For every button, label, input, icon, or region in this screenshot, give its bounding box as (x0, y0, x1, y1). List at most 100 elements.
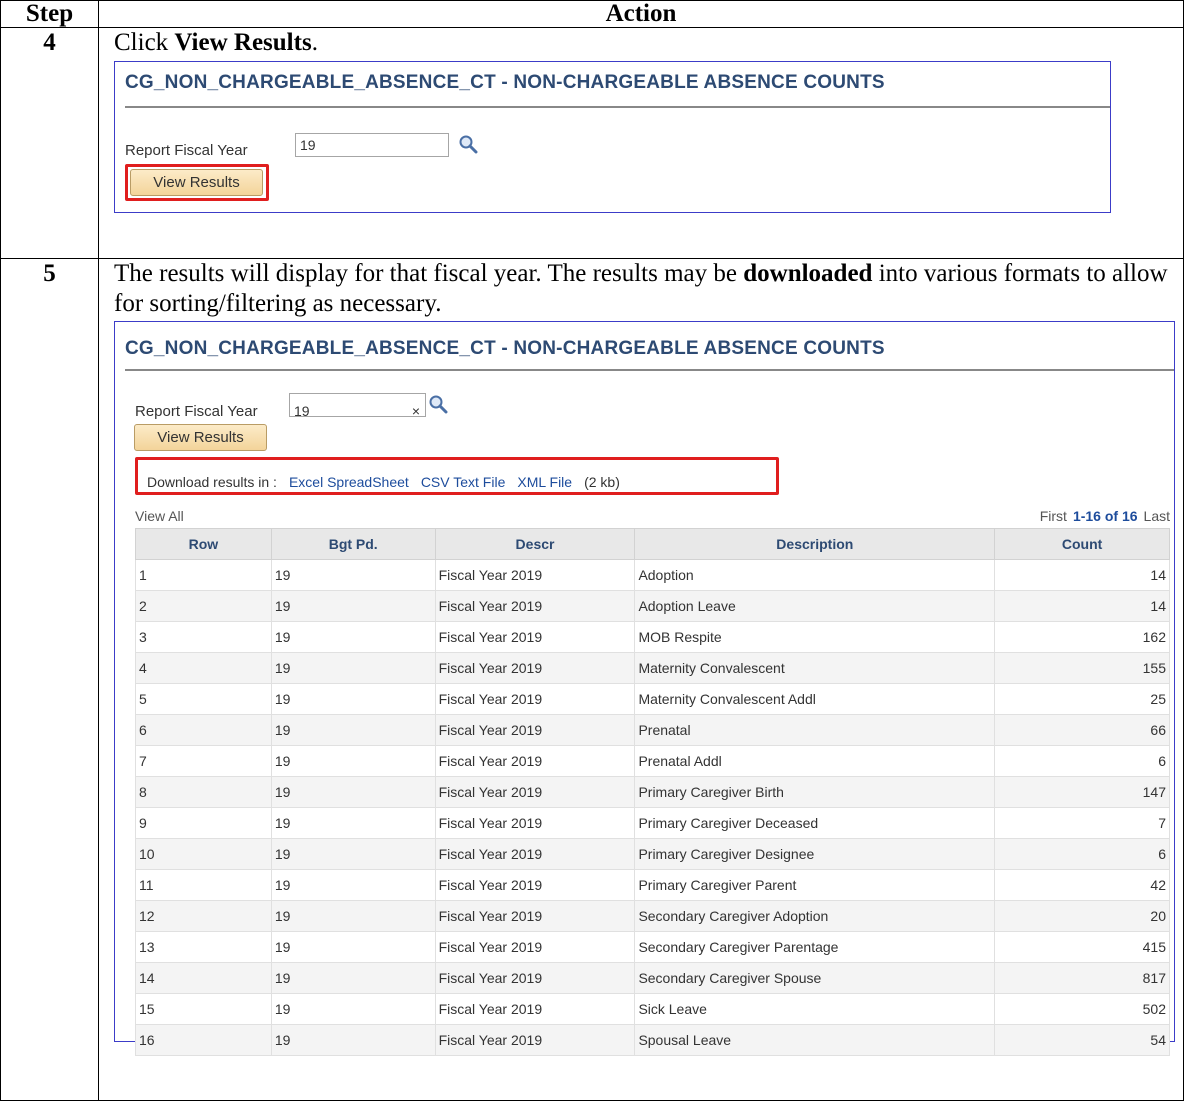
step-5-instruction: The results will display for that fiscal… (114, 259, 1183, 319)
lookup-icon[interactable] (458, 134, 478, 154)
cell-description: Maternity Convalescent Addl (634, 683, 996, 715)
pager-last[interactable]: Last (1144, 508, 1170, 524)
cell-descr: Fiscal Year 2019 (434, 714, 636, 746)
cell-descr: Fiscal Year 2019 (434, 807, 636, 839)
procedure-table: Step Action 4 Click View Results. CG_NON… (0, 0, 1184, 1101)
cell-row: 4 (135, 652, 272, 684)
cell-bgt-pd: 19 (270, 652, 436, 684)
cell-descr: Fiscal Year 2019 (434, 962, 636, 994)
grid-header-row: Row Bgt Pd. Descr Description Count (135, 528, 1170, 560)
cell-row: 6 (135, 714, 272, 746)
cell-description: Secondary Caregiver Parentage (634, 931, 996, 963)
cell-descr: Fiscal Year 2019 (434, 931, 636, 963)
table-row: 15 19 Fiscal Year 2019 Sick Leave 502 (135, 993, 1170, 1025)
cell-description: Primary Caregiver Deceased (634, 807, 996, 839)
pager-range: 1-16 of 16 (1072, 508, 1138, 524)
cell-row: 5 (135, 683, 272, 715)
cell-count: 54 (994, 1024, 1170, 1056)
table-header-row: Step Action (0, 0, 1184, 28)
table-row: 9 19 Fiscal Year 2019 Primary Caregiver Dec… (135, 807, 1170, 839)
cell-count: 42 (994, 869, 1170, 901)
table-row: 1 19 Fiscal Year 2019 Adoption 14 (135, 559, 1170, 591)
title-divider (125, 369, 1174, 371)
cell-count: 25 (994, 683, 1170, 715)
cell-description: Adoption Leave (634, 590, 996, 622)
cell-bgt-pd: 19 (270, 900, 436, 932)
cell-description: Maternity Convalescent (634, 652, 996, 684)
results-grid: Row Bgt Pd. Descr Description Count 1 19 F… (135, 528, 1170, 1056)
cell-row: 8 (135, 776, 272, 808)
cell-bgt-pd: 19 (270, 621, 436, 653)
cell-count: 155 (994, 652, 1170, 684)
page-title: CG_NON_CHARGEABLE_ABSENCE_CT - NON-CHARG… (125, 72, 885, 93)
cell-bgt-pd: 19 (270, 807, 436, 839)
fiscal-year-input[interactable]: 19 × (289, 393, 426, 419)
pager-first[interactable]: First (1040, 508, 1067, 524)
step-5-instruction-bold: downloaded (743, 260, 873, 287)
step-4-screenshot: CG_NON_CHARGEABLE_ABSENCE_CT - NON-CHARG… (114, 61, 1111, 213)
cell-row: 16 (135, 1024, 272, 1056)
cell-count: 162 (994, 621, 1170, 653)
cell-row: 3 (135, 621, 272, 653)
step-4-row: 4 Click View Results. CG_NON_CHARGEABLE_… (0, 27, 1184, 259)
cell-description: Prenatal (634, 714, 996, 746)
action-header: Action (98, 0, 1184, 28)
table-row: 16 19 Fiscal Year 2019 Spousal Leave 54 (135, 1024, 1170, 1056)
cell-description: MOB Respite (634, 621, 996, 653)
cell-row: 13 (135, 931, 272, 963)
cell-count: 147 (994, 776, 1170, 808)
column-header-bgt-pd[interactable]: Bgt Pd. (270, 528, 436, 560)
column-header-count[interactable]: Count (994, 528, 1170, 560)
column-header-row[interactable]: Row (135, 528, 272, 560)
cell-descr: Fiscal Year 2019 (434, 590, 636, 622)
cell-bgt-pd: 19 (270, 993, 436, 1025)
cell-bgt-pd: 19 (270, 776, 436, 808)
cell-row: 15 (135, 993, 272, 1025)
clear-icon[interactable]: × (412, 396, 420, 426)
cell-description: Primary Caregiver Birth (634, 776, 996, 808)
cell-bgt-pd: 19 (270, 869, 436, 901)
download-highlight-box (135, 457, 779, 495)
view-results-button[interactable]: View Results (134, 424, 267, 451)
view-all-link[interactable]: View All (135, 501, 184, 531)
pager: First 1-16 of 16 Last (1040, 501, 1170, 531)
table-row: 2 19 Fiscal Year 2019 Adoption Leave 14 (135, 590, 1170, 622)
cell-row: 1 (135, 559, 272, 591)
cell-bgt-pd: 19 (270, 714, 436, 746)
table-row: 6 19 Fiscal Year 2019 Prenatal 66 (135, 714, 1170, 746)
cell-bgt-pd: 19 (270, 838, 436, 870)
cell-count: 14 (994, 590, 1170, 622)
cell-row: 11 (135, 869, 272, 901)
cell-description: Secondary Caregiver Spouse (634, 962, 996, 994)
step-5-action: The results will display for that fiscal… (98, 258, 1184, 1101)
step-5-screenshot: CG_NON_CHARGEABLE_ABSENCE_CT - NON-CHARG… (114, 321, 1175, 1056)
highlight-box (125, 164, 269, 201)
column-header-description[interactable]: Description (634, 528, 996, 560)
cell-count: 502 (994, 993, 1170, 1025)
cell-row: 9 (135, 807, 272, 839)
table-row: 5 19 Fiscal Year 2019 Maternity Convalescen… (135, 683, 1170, 715)
cell-count: 415 (994, 931, 1170, 963)
cell-bgt-pd: 19 (270, 590, 436, 622)
lookup-icon[interactable] (428, 394, 448, 414)
step-5-instruction-text: The results will display for that fiscal… (114, 260, 744, 287)
cell-descr: Fiscal Year 2019 (434, 993, 636, 1025)
table-row: 10 19 Fiscal Year 2019 Primary Caregiver De… (135, 838, 1170, 870)
column-header-descr[interactable]: Descr (434, 528, 636, 560)
cell-bgt-pd: 19 (270, 745, 436, 777)
step-4-instruction-bold: View Results (174, 29, 312, 56)
cell-bgt-pd: 19 (270, 962, 436, 994)
step-5-row: 5 The results will display for that fisc… (0, 258, 1184, 1101)
cell-row: 10 (135, 838, 272, 870)
cell-descr: Fiscal Year 2019 (434, 869, 636, 901)
cell-descr: Fiscal Year 2019 (434, 559, 636, 591)
step-4-instruction-text: Click (114, 29, 175, 56)
cell-count: 6 (994, 838, 1170, 870)
fiscal-year-input[interactable] (295, 133, 449, 157)
fiscal-year-value: 19 (294, 403, 310, 419)
cell-descr: Fiscal Year 2019 (434, 745, 636, 777)
cell-descr: Fiscal Year 2019 (434, 652, 636, 684)
step-header: Step (0, 0, 99, 28)
title-divider (125, 106, 1110, 108)
page-title: CG_NON_CHARGEABLE_ABSENCE_CT - NON-CHARG… (125, 338, 885, 359)
